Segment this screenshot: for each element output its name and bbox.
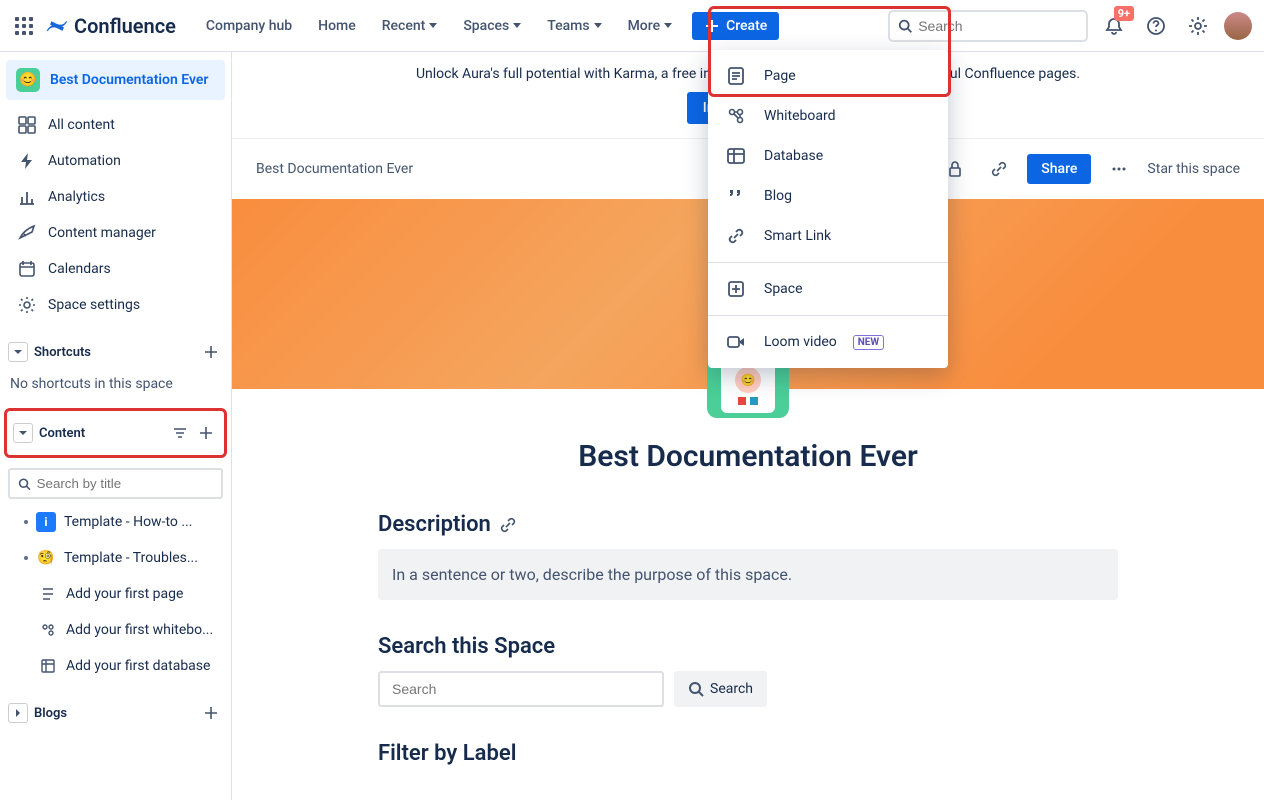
create-dropdown: Page Whiteboard Database Blog Smart Link… [708,50,948,368]
chevron-right-icon[interactable] [8,703,28,723]
space-avatar-icon: 😊 [16,68,40,92]
space-search-input[interactable] [378,671,664,707]
nav-more[interactable]: More [618,12,683,40]
page-icon [726,66,748,86]
tree-item-template-troubles[interactable]: 🧐Template - Troubles... [6,541,225,575]
space-icon [726,279,748,299]
pen-icon [18,224,36,242]
page-icon [38,584,58,604]
tree-item-add-whiteboard[interactable]: Add your first whitebo... [6,613,225,647]
content-section: Content [11,415,220,451]
video-icon [726,332,748,352]
notification-badge: 9+ [1114,6,1134,21]
highlight-content-section: Content [4,408,227,458]
confluence-logo[interactable]: Confluence [46,14,176,38]
create-button[interactable]: Create [692,12,779,40]
add-content-button[interactable] [196,423,216,443]
sidebar-content-manager[interactable]: Content manager [6,216,225,250]
nav-home[interactable]: Home [308,12,366,40]
sidebar-all-content[interactable]: All content [6,108,225,142]
nav-teams[interactable]: Teams [537,12,611,40]
nav-company-hub[interactable]: Company hub [196,12,302,40]
share-button[interactable]: Share [1027,154,1091,184]
add-shortcut-button[interactable] [201,342,221,362]
tree-item-template-howto[interactable]: iTemplate - How-to ... [6,505,225,539]
database-icon [38,656,58,676]
create-page[interactable]: Page [708,56,948,96]
app-switcher-icon[interactable] [12,14,36,38]
chevron-down-icon[interactable] [8,342,28,362]
user-avatar[interactable] [1224,12,1252,40]
add-blog-button[interactable] [201,703,221,723]
create-blog[interactable]: Blog [708,176,948,216]
emoji-icon: 🧐 [36,548,56,568]
global-search-input[interactable] [918,18,1078,34]
chevron-down-icon[interactable] [13,423,33,443]
tree-item-add-database[interactable]: Add your first database [6,649,225,683]
shortcuts-empty: No shortcuts in this space [6,372,225,400]
tree-search-input[interactable] [37,476,213,491]
create-database[interactable]: Database [708,136,948,176]
database-icon [726,146,748,166]
create-smart-link[interactable]: Smart Link [708,216,948,256]
nav-recent[interactable]: Recent [372,12,448,40]
help-button[interactable] [1140,10,1172,42]
nav-spaces[interactable]: Spaces [453,12,531,40]
more-actions-button[interactable] [1103,153,1135,185]
gear-icon [18,296,36,314]
create-space[interactable]: Space [708,269,948,309]
link-icon[interactable] [499,516,517,534]
page-title: Best Documentation Ever [378,439,1118,474]
copy-link-icon[interactable] [983,153,1015,185]
heading-search-space: Search this Space [378,634,1118,659]
sidebar-calendars[interactable]: Calendars [6,252,225,286]
filter-button[interactable] [170,423,190,443]
description-placeholder[interactable]: In a sentence or two, describe the purpo… [378,549,1118,600]
create-whiteboard[interactable]: Whiteboard [708,96,948,136]
chart-icon [18,188,36,206]
calendar-icon [18,260,36,278]
star-space-link[interactable]: Star this space [1147,161,1240,177]
heading-filter-label: Filter by Label [378,741,1118,766]
info-icon: i [36,512,56,532]
sidebar-space-settings[interactable]: Space settings [6,288,225,322]
whiteboard-icon [38,620,58,640]
tree-search[interactable] [8,468,223,499]
sidebar-analytics[interactable]: Analytics [6,180,225,214]
new-badge: NEW [853,335,884,350]
whiteboard-icon [726,106,748,126]
space-header[interactable]: 😊 Best Documentation Ever [6,60,225,100]
blogs-section: Blogs [6,695,225,731]
shortcuts-section: Shortcuts [6,334,225,370]
space-search-button[interactable]: Search [674,671,767,707]
settings-button[interactable] [1182,10,1214,42]
create-loom[interactable]: Loom video NEW [708,322,948,362]
blog-icon [726,186,748,206]
heading-description: Description [378,512,1118,537]
space-name: Best Documentation Ever [50,72,208,88]
global-search[interactable] [888,10,1088,42]
search-icon [898,18,912,34]
search-icon [18,477,31,491]
search-icon [688,681,704,697]
link-icon [726,226,748,246]
brand-name: Confluence [74,14,176,38]
notifications-button[interactable]: 9+ [1098,10,1130,42]
bolt-icon [18,152,36,170]
grid-icon [18,116,36,134]
sidebar-automation[interactable]: Automation [6,144,225,178]
tree-item-add-page[interactable]: Add your first page [6,577,225,611]
